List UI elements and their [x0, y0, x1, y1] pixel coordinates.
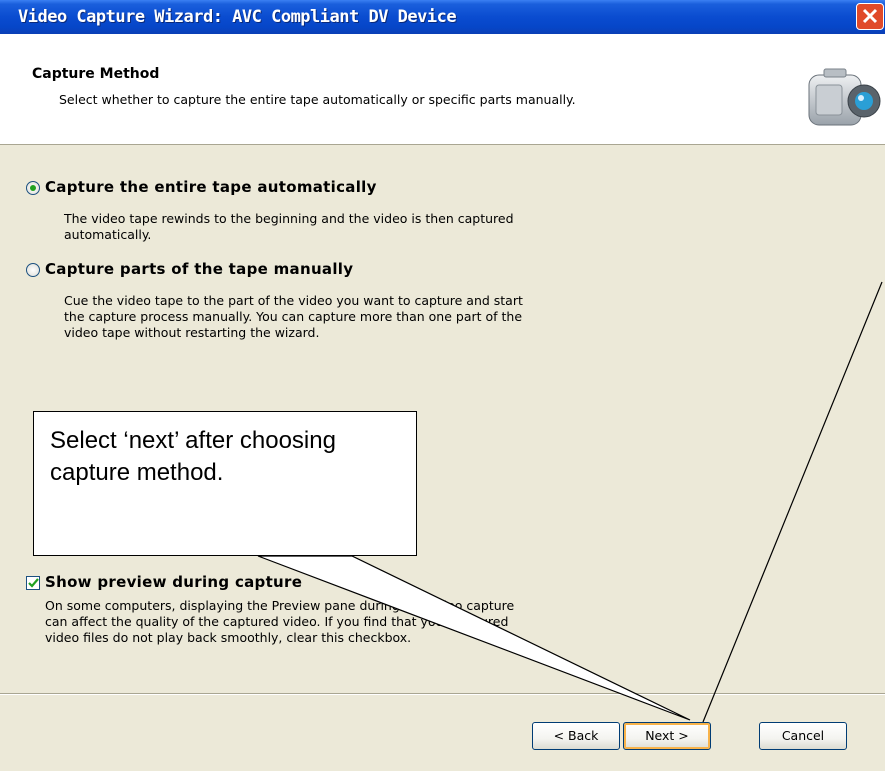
callout-line-top	[702, 281, 883, 723]
callout-pointers	[257, 281, 883, 723]
callout-pointer-next	[257, 555, 691, 721]
